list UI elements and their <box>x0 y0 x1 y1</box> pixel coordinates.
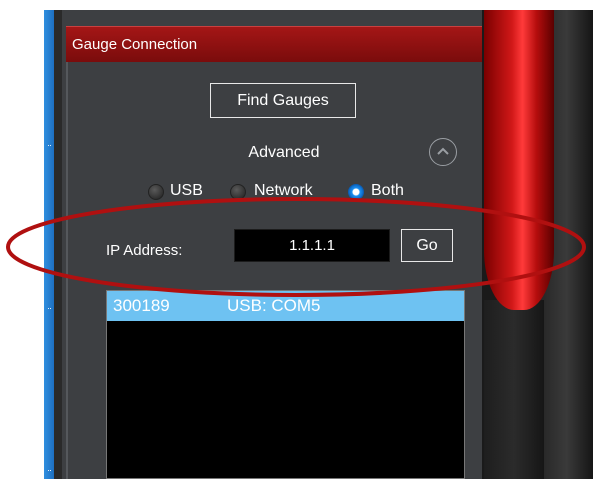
advanced-expand-button[interactable] <box>429 138 457 166</box>
ip-address-label: IP Address: <box>106 242 183 259</box>
device-list[interactable]: 300189 USB: COM5 <box>106 290 465 479</box>
divider <box>66 62 68 479</box>
grip-dots-icon[interactable]: ·· <box>44 466 54 475</box>
go-button[interactable]: Go <box>401 229 453 262</box>
chevron-up-circle-icon <box>437 147 449 155</box>
screenshot-scene: ·· ·· ·· Gauge Connection Find Gauges Ad… <box>0 0 593 479</box>
ip-address-input[interactable] <box>234 229 390 262</box>
radio-network-label[interactable]: Network <box>254 182 313 200</box>
panel-title: Gauge Connection <box>72 36 198 53</box>
device-port: USB: COM5 <box>227 296 321 315</box>
grip-dots-icon[interactable]: ·· <box>44 141 54 150</box>
radio-both-label[interactable]: Both <box>371 182 404 200</box>
device-serial: 300189 <box>113 296 170 315</box>
gauge-connection-panel: Gauge Connection Find Gauges Advanced US… <box>62 10 482 479</box>
radio-both-button[interactable] <box>348 184 364 200</box>
grip-dots-icon[interactable]: ·· <box>44 304 54 313</box>
gauge-image <box>484 10 554 310</box>
find-gauges-button[interactable]: Find Gauges <box>210 83 356 118</box>
gauge-lower-housing <box>484 300 544 479</box>
radio-usb-label[interactable]: USB <box>170 182 203 200</box>
advanced-label: Advanced <box>248 144 320 161</box>
panel-header: Gauge Connection <box>66 26 482 62</box>
panel-border <box>54 10 62 479</box>
radio-network-button[interactable] <box>230 184 246 200</box>
window-edge-strip <box>44 10 54 479</box>
list-item[interactable]: 300189 USB: COM5 <box>107 291 464 321</box>
radio-usb-button[interactable] <box>148 184 164 200</box>
